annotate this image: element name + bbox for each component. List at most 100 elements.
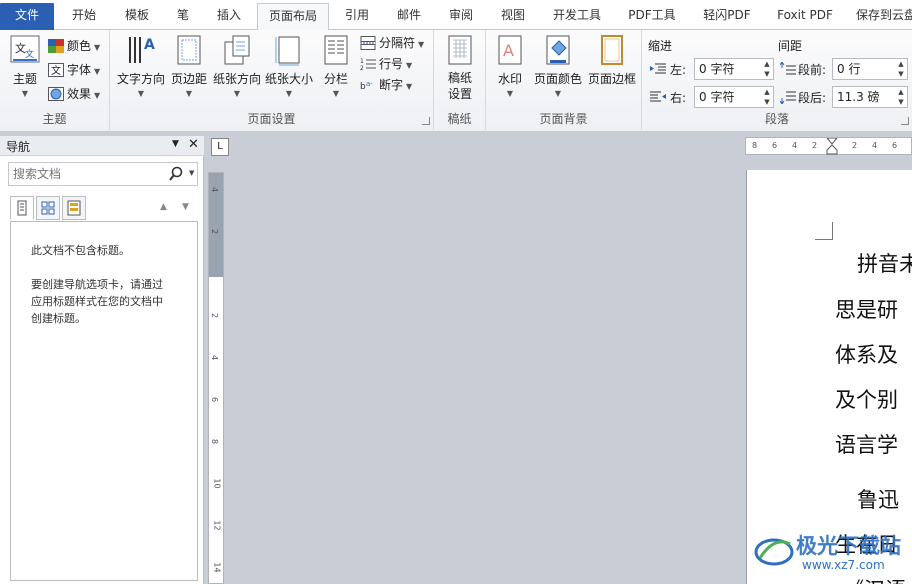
svg-text:A: A bbox=[144, 37, 155, 53]
orientation-button[interactable]: 纸张方向 ▼ bbox=[212, 34, 262, 98]
effects-icon bbox=[48, 87, 64, 101]
indent-left-input[interactable]: 0 字符 ▲ ▼ bbox=[694, 58, 774, 80]
tab-pdf-tools[interactable]: PDF工具 bbox=[618, 3, 686, 30]
themes-button[interactable]: 文文 主题 ▼ bbox=[6, 34, 44, 98]
nav-options-dropdown-icon[interactable]: ▼ bbox=[172, 139, 179, 149]
text-direction-icon: A bbox=[125, 34, 157, 66]
document-text-line: 思是研 bbox=[835, 298, 898, 322]
margins-button[interactable]: 页边距 ▼ bbox=[168, 34, 210, 98]
orientation-icon bbox=[221, 34, 253, 66]
breaks-icon bbox=[360, 36, 376, 50]
tab-pen[interactable]: 笔 bbox=[166, 3, 200, 30]
tab-references[interactable]: 引用 bbox=[334, 3, 380, 30]
svg-text:文: 文 bbox=[25, 48, 34, 60]
tab-developer[interactable]: 开发工具 bbox=[542, 3, 612, 30]
page-setup-launcher[interactable] bbox=[422, 117, 430, 125]
tab-foxit-pdf[interactable]: Foxit PDF bbox=[768, 3, 842, 30]
close-icon[interactable]: ✕ bbox=[188, 137, 199, 152]
nav-title: 导航 bbox=[6, 140, 31, 154]
nav-view-tabs: ▲ ▼ bbox=[10, 196, 198, 222]
tab-file[interactable]: 文件 bbox=[0, 3, 54, 30]
svg-text:1: 1 bbox=[360, 58, 364, 65]
horizontal-ruler[interactable]: 8 6 4 2 2 4 6 bbox=[745, 137, 912, 155]
theme-fonts-button[interactable]: 文字体 ▼ bbox=[48, 60, 100, 80]
theme-colors-button[interactable]: 颜色 ▼ bbox=[48, 36, 100, 56]
manuscript-paper-button[interactable]: 稿纸 设置 bbox=[442, 34, 478, 102]
themes-icon: 文文 bbox=[9, 34, 41, 66]
indent-left-icon bbox=[650, 62, 666, 79]
paragraph-launcher[interactable] bbox=[901, 117, 909, 125]
tab-insert[interactable]: 插入 bbox=[206, 3, 252, 30]
navigation-pane: 导航 ▼ ✕ ▼ ▲ ▼ 此文档不包含标题。 要创建导航选项卡，请通过 应用标题… bbox=[0, 136, 204, 584]
watermark-logo-text: 极光下载站 bbox=[796, 534, 901, 558]
document-text-line: 体系及 bbox=[835, 343, 898, 367]
spacing-before-spinner[interactable]: ▲ ▼ bbox=[895, 59, 907, 79]
indent-left-spinner[interactable]: ▲ ▼ bbox=[761, 59, 773, 79]
spacing-before-row: 段前: 0 行 ▲ ▼ bbox=[779, 58, 908, 80]
page-borders-button[interactable]: 页面边框 bbox=[586, 34, 638, 87]
watermark-button[interactable]: A 水印 ▼ bbox=[492, 34, 528, 98]
spacing-before-icon bbox=[779, 61, 796, 79]
ribbon-tab-bar: 文件 开始 模板 笔 插入 页面布局 引用 邮件 审阅 视图 开发工具 PDF工… bbox=[0, 0, 912, 31]
tab-page-layout[interactable]: 页面布局 bbox=[257, 3, 329, 31]
tab-home[interactable]: 开始 bbox=[60, 3, 108, 30]
hyphenation-icon: b a- bbox=[360, 78, 376, 92]
tab-qingshan-pdf[interactable]: 轻闪PDF bbox=[692, 3, 762, 30]
hyphenation-button[interactable]: b a- 断字 ▼ bbox=[360, 75, 412, 95]
results-icon bbox=[67, 200, 81, 216]
site-watermark: 极光下载站 www.xz7.com bbox=[752, 526, 912, 584]
document-page[interactable]: 拼音未 思是研 体系及 及个别 语言学 鲁迅 生在日 《汉语 bbox=[746, 170, 912, 584]
page-background-group: A 水印 ▼ 页面颜色 ▼ 页面边框 页面背景 bbox=[486, 30, 642, 130]
nav-header: 导航 ▼ ✕ bbox=[0, 136, 204, 156]
text-direction-button[interactable]: A 文字方向 ▼ bbox=[116, 34, 166, 98]
columns-icon bbox=[320, 34, 352, 66]
page-border-icon bbox=[596, 34, 628, 66]
document-text-line: 语言学 bbox=[835, 433, 898, 457]
tab-headings[interactable] bbox=[10, 196, 34, 220]
breaks-button[interactable]: 分隔符 ▼ bbox=[360, 33, 424, 53]
spacing-before-input[interactable]: 0 行 ▲ ▼ bbox=[832, 58, 908, 80]
indent-marker-icon[interactable] bbox=[826, 138, 838, 155]
line-numbers-button[interactable]: 1 2 行号 ▼ bbox=[360, 54, 412, 74]
paint-bucket-icon bbox=[542, 34, 574, 66]
manuscript-paper-group: 稿纸 设置 稿纸 bbox=[434, 30, 486, 130]
page-color-button[interactable]: 页面颜色 ▼ bbox=[532, 34, 584, 98]
spacing-after-spinner[interactable]: ▲ ▼ bbox=[895, 87, 907, 107]
vertical-ruler[interactable]: 4 2 2 4 6 8 10 12 14 bbox=[208, 172, 224, 584]
theme-effects-button[interactable]: 效果 ▼ bbox=[48, 84, 100, 104]
previous-result-icon[interactable]: ▲ bbox=[160, 202, 167, 212]
indent-right-icon bbox=[650, 90, 666, 107]
page-setup-group-label: 页面设置 bbox=[247, 112, 296, 126]
margin-corner-mark bbox=[815, 222, 833, 240]
spacing-after-input[interactable]: 11.3 磅 ▲ ▼ bbox=[832, 86, 908, 108]
nav-results-panel: 此文档不包含标题。 要创建导航选项卡，请通过 应用标题样式在您的文档中 创建标题… bbox=[10, 221, 198, 581]
search-options-dropdown-icon[interactable]: ▼ bbox=[189, 169, 194, 177]
indent-right-input[interactable]: 0 字符 ▲ ▼ bbox=[694, 86, 774, 108]
create-headings-hint: 要创建导航选项卡，请通过 应用标题样式在您的文档中 创建标题。 bbox=[31, 278, 163, 325]
tab-pages[interactable] bbox=[36, 196, 60, 220]
tab-results[interactable] bbox=[62, 196, 86, 220]
ribbon: 文文 主题 ▼ 颜色▼ 文字体▼ 效果▼ 主题 A 文字方向 ▼ 页边距 bbox=[0, 30, 912, 132]
search-icon[interactable] bbox=[169, 166, 183, 182]
no-headings-message: 此文档不包含标题。 bbox=[31, 244, 130, 257]
indent-right-spinner[interactable]: ▲ ▼ bbox=[761, 87, 773, 107]
tab-templates[interactable]: 模板 bbox=[114, 3, 160, 30]
columns-button[interactable]: 分栏 ▼ bbox=[318, 34, 354, 98]
tab-mailings[interactable]: 邮件 bbox=[386, 3, 432, 30]
search-input[interactable] bbox=[9, 163, 159, 185]
headings-icon bbox=[17, 200, 27, 216]
paper-size-button[interactable]: 纸张大小 ▼ bbox=[264, 34, 314, 98]
svg-text:A: A bbox=[503, 41, 514, 60]
color-palette-icon bbox=[48, 39, 64, 53]
tab-review[interactable]: 审阅 bbox=[438, 3, 484, 30]
tab-selector[interactable]: L bbox=[211, 138, 229, 156]
manuscript-grid-icon bbox=[444, 34, 476, 66]
watermark-logo-icon bbox=[754, 538, 794, 566]
paragraph-group-label: 段落 bbox=[764, 112, 789, 126]
next-result-icon[interactable]: ▼ bbox=[182, 202, 189, 212]
margins-icon bbox=[173, 34, 205, 66]
tab-save-to-cloud[interactable]: 保存到云盘 bbox=[848, 3, 912, 30]
tab-view[interactable]: 视图 bbox=[490, 3, 536, 30]
document-text-line: 鲁迅 bbox=[857, 488, 899, 512]
manuscript-paper-group-label: 稿纸 bbox=[447, 112, 472, 126]
